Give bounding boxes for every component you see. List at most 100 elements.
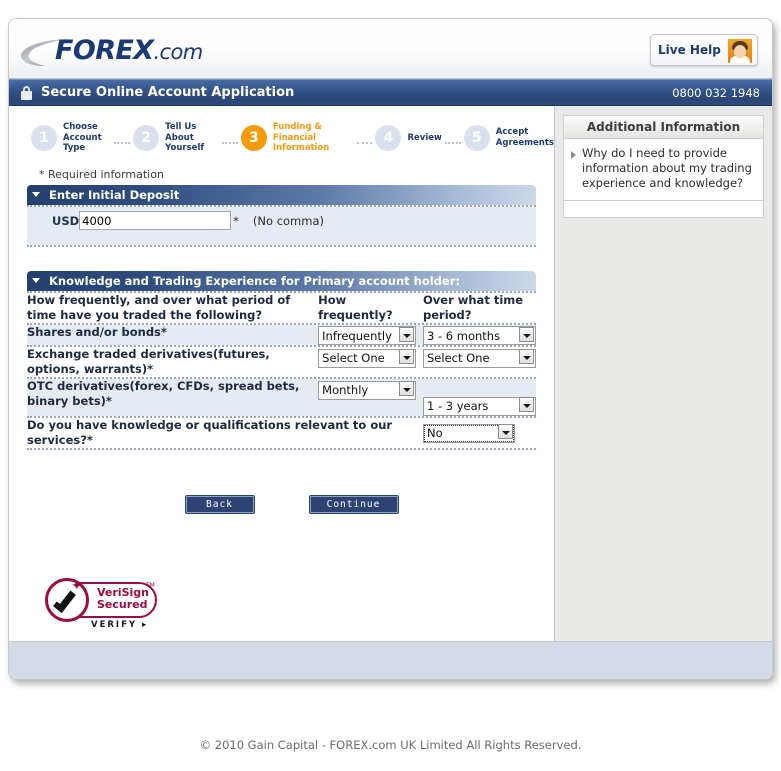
deposit-section-pad — [27, 234, 536, 245]
sidebar: Additional Information Why do I need to … — [555, 106, 772, 658]
table-row: OTC derivatives(forex, CFDs, spread bets… — [27, 379, 536, 416]
row-3-frequency-cell: Monthly — [318, 379, 423, 416]
sidebar-title: Additional Information — [586, 120, 741, 134]
section-header-knowledge[interactable]: Knowledge and Trading Experience for Pri… — [27, 270, 536, 291]
sidebar-pad — [564, 201, 763, 217]
row-2-period-select-wrap[interactable]: Select One — [423, 347, 536, 368]
step-4[interactable]: 4 Review — [375, 124, 442, 151]
bottom-bar — [9, 641, 772, 679]
verisign-verify-label[interactable]: VERIFY ▸ — [91, 620, 148, 630]
row-2-question: Exchange traded derivatives(futures, opt… — [27, 347, 270, 376]
qualification-select[interactable]: No — [423, 423, 515, 443]
row-3-question: OTC derivatives(forex, CFDs, spread bets… — [27, 379, 300, 408]
required-information-note: * Required information — [39, 167, 164, 181]
sidebar-item-label[interactable]: Why do I need to provide information abo… — [582, 146, 755, 191]
table-header-row: How frequently, and over what period of … — [27, 292, 536, 323]
body-container: 1 Choose Account Type 2 Tell Us About Yo… — [9, 106, 772, 658]
column-header-frequency: How frequently? — [318, 292, 393, 322]
row-3-period-select-wrap[interactable]: 1 - 3 years — [423, 395, 536, 416]
back-button[interactable]: Back — [185, 495, 254, 513]
forex-logo[interactable]: FOREX.com — [19, 32, 319, 72]
brand-bar: FOREX.com Live Help — [9, 19, 772, 79]
deposit-amount-input[interactable] — [79, 211, 232, 230]
qualification-question: Do you have knowledge or qualifications … — [27, 417, 393, 447]
row-3-frequency-select[interactable]: Monthly — [318, 380, 417, 400]
row-2-frequency-cell: Select One — [318, 347, 423, 377]
step-1[interactable]: 1 Choose Account Type — [31, 122, 111, 154]
step-connector-1 — [114, 141, 131, 144]
deposit-required-star: * — [233, 213, 239, 228]
step-5-label: Accept Agreements — [495, 127, 554, 148]
agent-avatar-icon — [728, 39, 752, 63]
row-3-frequency-select-wrap[interactable]: Monthly — [318, 379, 417, 400]
page-title: Secure Online Account Application — [41, 85, 295, 100]
continue-button[interactable]: Continue — [309, 495, 398, 513]
row-3-period-cell: 1 - 3 years — [423, 379, 536, 416]
step-5[interactable]: 5 Accept Agreements — [463, 124, 554, 151]
sparkle-icon: ✦ — [71, 578, 83, 594]
lock-icon — [20, 85, 33, 100]
live-help-button[interactable]: Live Help — [650, 34, 758, 66]
step-connector-4 — [444, 141, 461, 144]
verisign-seal[interactable]: ✦ TM VeriSign Secured VERIFY ▸ — [45, 578, 165, 636]
step-connector-2 — [222, 141, 238, 144]
step-5-number: 5 — [463, 124, 490, 151]
row-2-frequency-select[interactable]: Select One — [318, 348, 417, 368]
application-window: FOREX.com Live Help Secure Online Accoun… — [8, 18, 773, 680]
additional-information-panel: Additional Information Why do I need to … — [563, 115, 764, 218]
step-3-number: 3 — [240, 124, 267, 151]
step-2-number: 2 — [133, 124, 160, 151]
secure-title-bar: Secure Online Account Application 0800 0… — [9, 79, 772, 106]
triangle-right-icon — [571, 151, 576, 159]
brand-name: FOREX — [55, 35, 154, 66]
chevron-down-icon[interactable] — [32, 192, 40, 197]
currency-label: USD — [52, 213, 80, 228]
section-header-deposit[interactable]: Enter Initial Deposit — [27, 184, 536, 205]
sidebar-item-trading-experience[interactable]: Why do I need to provide information abo… — [571, 146, 755, 191]
step-connector-3 — [356, 141, 373, 144]
step-indicator: 1 Choose Account Type 2 Tell Us About Yo… — [9, 106, 554, 154]
brand-suffix: .com — [153, 40, 203, 64]
qualification-cell: No — [423, 418, 536, 448]
brand-wordmark: FOREX.com — [55, 35, 203, 66]
step-4-number: 4 — [375, 124, 402, 151]
verisign-line2: Secured — [97, 598, 148, 611]
sidebar-header: Additional Information — [564, 116, 763, 139]
page-root: FOREX.com Live Help Secure Online Accoun… — [0, 0, 781, 771]
footer: © 2010 Gain Capital - FOREX.com UK Limit… — [0, 738, 781, 752]
row-1-frequency-select-wrap[interactable]: Infrequently — [318, 325, 417, 345]
sidebar-body: Why do I need to provide information abo… — [564, 139, 763, 200]
row-2-period-select[interactable]: Select One — [423, 348, 536, 368]
step-1-label: Choose Account Type — [63, 122, 102, 153]
table-row: Exchange traded derivatives(futures, opt… — [27, 347, 536, 377]
row-1-frequency-select[interactable]: Infrequently — [318, 326, 417, 345]
step-4-label: Review — [407, 132, 442, 143]
row-2-frequency-select-wrap[interactable]: Select One — [318, 347, 417, 368]
row-1-frequency-cell: Infrequently — [318, 325, 423, 345]
row-1-period-select-wrap[interactable]: 3 - 6 months — [423, 325, 536, 345]
live-help-label: Live Help — [658, 43, 721, 57]
step-3[interactable]: 3 Funding & Financial Information — [240, 122, 354, 154]
row-1-question: Shares and/or bonds* — [27, 324, 167, 339]
section-title-knowledge: Knowledge and Trading Experience for Pri… — [49, 273, 460, 288]
verify-text: VERIFY — [91, 620, 138, 630]
step-1-number: 1 — [31, 124, 57, 151]
table-row: Shares and/or bonds* Infrequently 3 - 6 … — [27, 324, 536, 345]
verisign-wordmark: VeriSign Secured — [97, 587, 149, 611]
row-2-period-cell: Select One — [423, 347, 536, 377]
qualification-select-wrap[interactable]: No — [423, 422, 515, 443]
row-3-period-select[interactable]: 1 - 3 years — [423, 396, 536, 416]
chevron-down-icon[interactable] — [32, 278, 40, 283]
row-1-period-select[interactable]: 3 - 6 months — [423, 326, 536, 345]
deposit-hint: (No comma) — [252, 213, 324, 228]
column-header-question: How frequently, and over what period of … — [27, 292, 291, 322]
support-phone: 0800 032 1948 — [672, 86, 760, 100]
form-area: * Required information Enter Initial Dep… — [9, 154, 554, 513]
form-actions: Back Continue — [27, 495, 536, 513]
divider — [27, 447, 536, 450]
section-title-deposit: Enter Initial Deposit — [49, 187, 180, 202]
step-2[interactable]: 2 Tell Us About Yourself — [133, 122, 219, 154]
column-header-period: Over what time period? — [423, 292, 524, 322]
row-1-period-cell: 3 - 6 months — [423, 325, 536, 345]
